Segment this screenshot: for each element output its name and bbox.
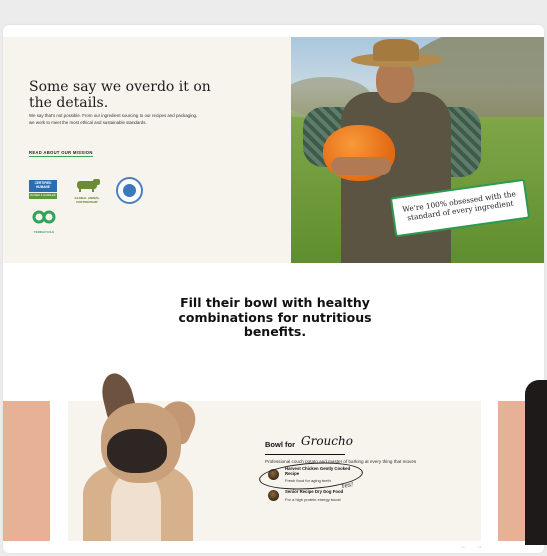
pet-name-underline	[265, 454, 345, 455]
raised-handled-text: RAISED & HANDLED	[29, 193, 57, 199]
dog-chest	[111, 473, 161, 541]
certified-humane-text: CERTIFIED HUMANE	[29, 180, 57, 192]
photo-farmer-hands	[331, 157, 391, 175]
carousel-next-pet-image	[525, 380, 547, 545]
hero-section: Some say we overdo it on the details. We…	[3, 37, 544, 263]
dog-photo	[71, 370, 202, 541]
recipe-item[interactable]: Senior Recipe Dry Dog Food For a high pr…	[268, 489, 428, 509]
terracycle-badge: TERRACYCLE	[30, 210, 58, 234]
read-mission-link[interactable]: READ ABOUT OUR MISSION	[29, 150, 93, 157]
section-title: Fill their bowl with healthy combination…	[178, 295, 372, 339]
recipe-note: For a high protein energy boost	[285, 497, 341, 502]
terracycle-label: TERRACYCLE	[33, 230, 55, 234]
gap-label: GLOBAL ANIMAL PARTNERSHIP	[74, 196, 100, 204]
terracycle-logo-icon	[32, 210, 56, 224]
kibble-icon	[268, 490, 279, 501]
seal-icon	[123, 184, 136, 197]
cow-icon	[77, 179, 100, 192]
global-animal-partnership-badge: GLOBAL ANIMAL PARTNERSHIP	[71, 178, 103, 204]
hero-copy-panel: Some say we overdo it on the details. We…	[3, 37, 291, 263]
recipe-name: Senior Recipe Dry Dog Food	[285, 489, 344, 494]
hero-subtext: We say that's not possible. From our ing…	[29, 113, 198, 125]
hero-headline: Some say we overdo it on the details.	[29, 79, 211, 111]
photo-hat-crown	[373, 39, 419, 61]
pet-name: Groucho	[301, 434, 353, 448]
carousel-card-prev[interactable]	[3, 401, 50, 541]
certified-humane-badge: CERTIFIED HUMANE RAISED & HANDLED	[29, 180, 57, 200]
dog-muzzle	[107, 429, 167, 473]
bowl-for-label: Bowl for	[265, 440, 295, 449]
certification-seal-badge	[116, 177, 143, 204]
carousel-arrows[interactable]: ← →	[461, 544, 487, 550]
